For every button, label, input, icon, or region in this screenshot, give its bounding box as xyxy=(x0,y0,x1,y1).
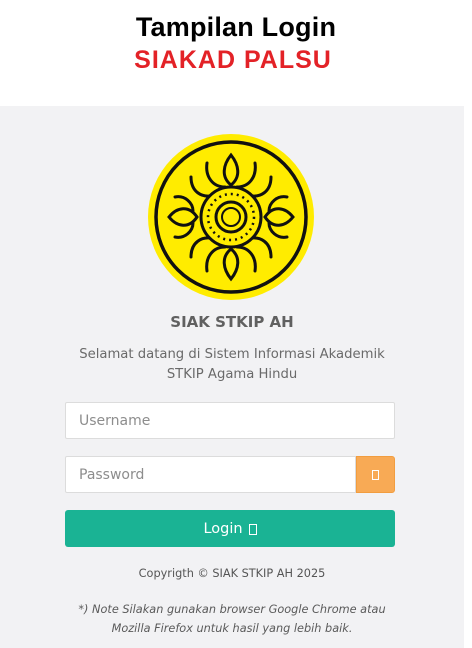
username-input[interactable] xyxy=(65,402,395,439)
welcome-line-1: Selamat datang di Sistem Informasi Akade… xyxy=(79,347,385,362)
sign-in-icon xyxy=(248,523,257,535)
header-title: Tampilan Login xyxy=(135,12,337,42)
welcome-line-2: STKIP Agama Hindu xyxy=(166,367,298,382)
copyright-text: Copyrigth © SIAK STKIP AH 2025 xyxy=(138,567,326,580)
login-button-label: Login xyxy=(203,520,243,537)
note-line-1: *) Note Silakan gunakan browser Google C… xyxy=(78,603,386,616)
password-input[interactable] xyxy=(65,456,356,493)
login-panel: SIAK STKIP AH Selamat datang di Sistem I… xyxy=(0,106,464,648)
welcome-text: Selamat datang di Sistem Informasi Akade… xyxy=(0,345,464,385)
header-subtitle: SIAKAD PALSU xyxy=(134,46,332,74)
app-name: SIAK STKIP AH xyxy=(170,313,294,331)
eye-icon xyxy=(372,469,379,480)
note-line-2: Mozilla Firefox untuk hasil yang lebih b… xyxy=(111,622,353,635)
toggle-password-button[interactable] xyxy=(356,456,395,493)
login-button[interactable]: Login xyxy=(65,510,395,547)
institution-emblem-icon xyxy=(148,134,314,300)
page-header: Tampilan Login SIAKAD PALSU xyxy=(0,0,472,106)
browser-note: *) Note Silakan gunakan browser Google C… xyxy=(0,600,464,638)
